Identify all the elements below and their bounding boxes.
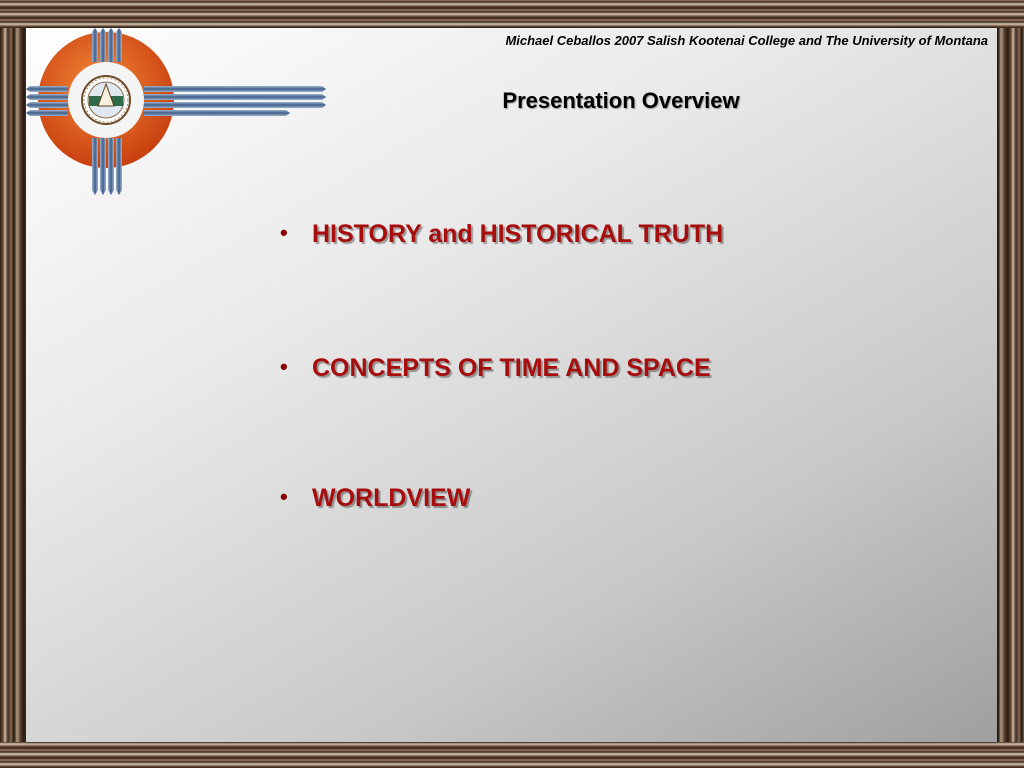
bullet-dot-icon: • bbox=[280, 354, 288, 379]
bullet-dot-icon: • bbox=[280, 484, 288, 509]
bullet-text: HISTORY and HISTORICAL TRUTH bbox=[312, 220, 724, 248]
bullet-text: CONCEPTS OF TIME AND SPACE bbox=[312, 354, 711, 382]
bullet-text: WORLDVIEW bbox=[312, 484, 471, 512]
slide-title: Presentation Overview bbox=[502, 88, 740, 113]
bullet-dot-icon: • bbox=[280, 220, 288, 245]
wood-frame-top bbox=[0, 0, 1024, 28]
slide: Michael Ceballos 2007 Salish Kootenai Co… bbox=[26, 28, 997, 742]
slide-credit: Michael Ceballos 2007 Salish Kootenai Co… bbox=[505, 33, 988, 48]
wood-frame-bottom bbox=[0, 742, 1024, 768]
zia-sun-seal-icon bbox=[26, 28, 326, 195]
